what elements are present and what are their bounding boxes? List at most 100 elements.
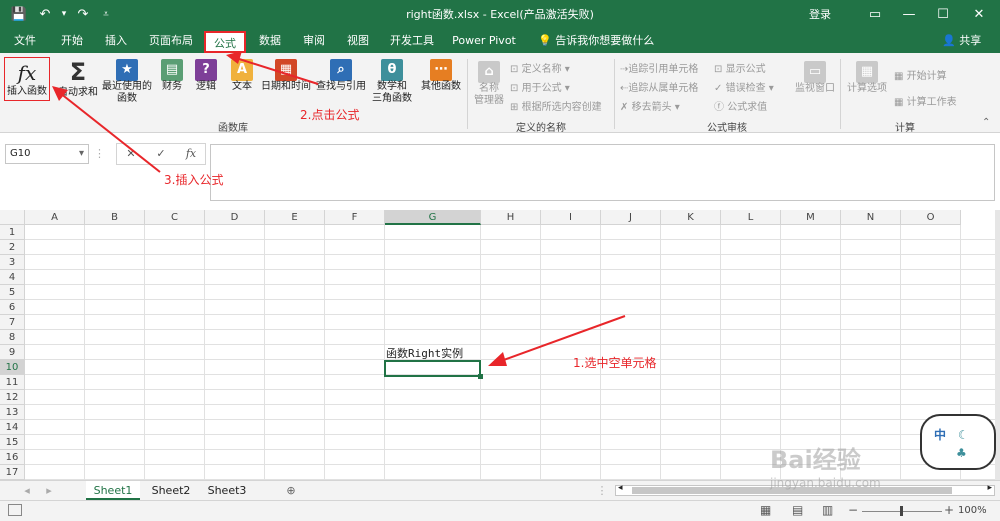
create-from-selection-button[interactable]: ⊞ 根据所选内容创建 <box>510 98 602 113</box>
cell-g9[interactable]: 函数Right实例 <box>386 345 463 361</box>
column-header-c[interactable]: C <box>145 210 205 225</box>
evaluate-formula-button[interactable]: ⓕ 公式求值 <box>714 98 767 113</box>
more-functions-button[interactable]: ⋯ 其他函数 <box>418 59 464 93</box>
ribbon-display-icon[interactable]: ▭ <box>858 0 892 29</box>
error-checking-button[interactable]: ✓ 错误检查 ▾ <box>714 79 774 94</box>
row-header-8[interactable]: 8 <box>0 330 25 345</box>
column-header-b[interactable]: B <box>85 210 145 225</box>
define-name-button[interactable]: ⊡ 定义名称 ▾ <box>510 60 570 75</box>
row-header-5[interactable]: 5 <box>0 285 25 300</box>
tab-insert[interactable]: 插入 <box>96 29 136 53</box>
tab-power-pivot[interactable]: Power Pivot <box>448 29 520 53</box>
row-header-4[interactable]: 4 <box>0 270 25 285</box>
row-header-13[interactable]: 13 <box>0 405 25 420</box>
tab-page-layout[interactable]: 页面布局 <box>142 29 200 53</box>
financial-button[interactable]: ▤ 财务 <box>158 59 186 93</box>
column-header-i[interactable]: I <box>541 210 601 225</box>
name-box[interactable]: G10 ▾ <box>5 144 89 164</box>
row-header-14[interactable]: 14 <box>0 420 25 435</box>
page-layout-view-icon[interactable]: ▤ <box>792 503 803 517</box>
undo-icon[interactable]: ↶ <box>34 0 56 29</box>
column-header-m[interactable]: M <box>781 210 841 225</box>
tab-home[interactable]: 开始 <box>52 29 92 53</box>
watch-window-button[interactable]: ▭ 监视窗口 <box>792 61 838 95</box>
undo-dropdown-icon[interactable]: ▾ <box>58 0 70 29</box>
sheet-splitter-icon[interactable]: ⋮ <box>596 481 608 500</box>
select-all-corner[interactable] <box>0 210 25 225</box>
sheet-tab-2[interactable]: Sheet2 <box>144 481 198 500</box>
column-header-g[interactable]: G <box>385 210 481 225</box>
column-header-o[interactable]: O <box>901 210 961 225</box>
fill-handle[interactable] <box>478 374 483 379</box>
ime-widget[interactable]: 中 ☾ ♣ <box>920 414 996 470</box>
sheet-next-icon[interactable]: ▸ <box>42 481 56 500</box>
tab-review[interactable]: 审阅 <box>294 29 334 53</box>
sheet-tab-1[interactable]: Sheet1 <box>86 481 140 500</box>
tab-developer[interactable]: 开发工具 <box>384 29 440 53</box>
lookup-button[interactable]: ⌕ 查找与引用 <box>314 59 368 93</box>
chevron-down-icon[interactable]: ▾ <box>79 145 84 163</box>
collapse-ribbon-icon[interactable]: ⌃ <box>982 117 990 128</box>
enter-icon[interactable]: ✓ <box>150 144 172 164</box>
scroll-right-icon[interactable]: ▸ <box>987 483 992 493</box>
row-header-17[interactable]: 17 <box>0 465 25 480</box>
row-header-2[interactable]: 2 <box>0 240 25 255</box>
row-header-7[interactable]: 7 <box>0 315 25 330</box>
tab-data[interactable]: 数据 <box>250 29 290 53</box>
use-in-formula-button[interactable]: ⊡ 用于公式 ▾ <box>510 79 570 94</box>
zoom-slider-thumb[interactable] <box>900 506 903 516</box>
row-header-3[interactable]: 3 <box>0 255 25 270</box>
column-header-k[interactable]: K <box>661 210 721 225</box>
column-header-l[interactable]: L <box>721 210 781 225</box>
text-button[interactable]: A 文本 <box>228 59 256 93</box>
trace-dependents-button[interactable]: ⇠追踪从属单元格 <box>620 79 698 94</box>
insert-function-button[interactable]: fx 插入函数 <box>4 57 50 101</box>
page-break-view-icon[interactable]: ▥ <box>822 503 833 517</box>
sheet-prev-icon[interactable]: ◂ <box>20 481 34 500</box>
name-manager-button[interactable]: ⌂ 名称 管理器 <box>470 61 508 107</box>
tab-formulas[interactable]: 公式 <box>204 31 246 53</box>
tell-me-box[interactable]: 💡 告诉我你想要做什么 <box>538 29 654 53</box>
column-header-n[interactable]: N <box>841 210 901 225</box>
tab-file[interactable]: 文件 <box>6 29 44 53</box>
column-header-h[interactable]: H <box>481 210 541 225</box>
row-header-10[interactable]: 10 <box>0 360 25 375</box>
login-link[interactable]: 登录 <box>800 0 840 29</box>
row-header-9[interactable]: 9 <box>0 345 25 360</box>
save-icon[interactable]: 💾 <box>8 0 30 29</box>
column-header-d[interactable]: D <box>205 210 265 225</box>
zoom-out-icon[interactable]: − <box>848 503 858 517</box>
tab-view[interactable]: 视图 <box>338 29 378 53</box>
redo-icon[interactable]: ↷ <box>72 0 94 29</box>
sheet-tab-3[interactable]: Sheet3 <box>200 481 254 500</box>
show-formulas-button[interactable]: ⊡ 显示公式 <box>714 60 766 75</box>
logical-button[interactable]: ? 逻辑 <box>192 59 220 93</box>
column-header-a[interactable]: A <box>25 210 85 225</box>
calc-options-button[interactable]: ▦ 计算选项 <box>844 61 890 95</box>
row-header-11[interactable]: 11 <box>0 375 25 390</box>
autosum-button[interactable]: Σ 自动求和 <box>58 59 98 99</box>
macro-record-icon[interactable] <box>8 504 22 516</box>
cancel-icon[interactable]: ✕ <box>120 144 142 164</box>
calc-sheet-button[interactable]: ▦ 计算工作表 <box>894 93 957 108</box>
datetime-button[interactable]: ▦ 日期和时间 <box>258 59 314 93</box>
splitter-icon[interactable]: ⋮ <box>94 144 105 164</box>
recent-functions-button[interactable]: ★ 最近使用的 函数 <box>100 59 154 105</box>
calc-now-button[interactable]: ▦ 开始计算 <box>894 67 947 82</box>
normal-view-icon[interactable]: ▦ <box>760 503 771 517</box>
column-header-e[interactable]: E <box>265 210 325 225</box>
formula-input[interactable] <box>210 144 995 201</box>
fx-icon[interactable]: fx <box>180 144 202 164</box>
row-header-6[interactable]: 6 <box>0 300 25 315</box>
math-button[interactable]: θ 数学和 三角函数 <box>368 59 416 105</box>
share-button[interactable]: 👤 共享 <box>942 29 981 53</box>
add-sheet-icon[interactable]: ⊕ <box>282 481 300 500</box>
customize-icon[interactable]: ⩡ <box>96 0 116 29</box>
close-icon[interactable]: ✕ <box>962 0 996 29</box>
row-header-16[interactable]: 16 <box>0 450 25 465</box>
row-header-1[interactable]: 1 <box>0 225 25 240</box>
remove-arrows-button[interactable]: ✗ 移去箭头 ▾ <box>620 98 680 113</box>
column-header-j[interactable]: J <box>601 210 661 225</box>
scroll-left-icon[interactable]: ◂ <box>618 483 623 493</box>
zoom-slider[interactable] <box>862 506 942 516</box>
